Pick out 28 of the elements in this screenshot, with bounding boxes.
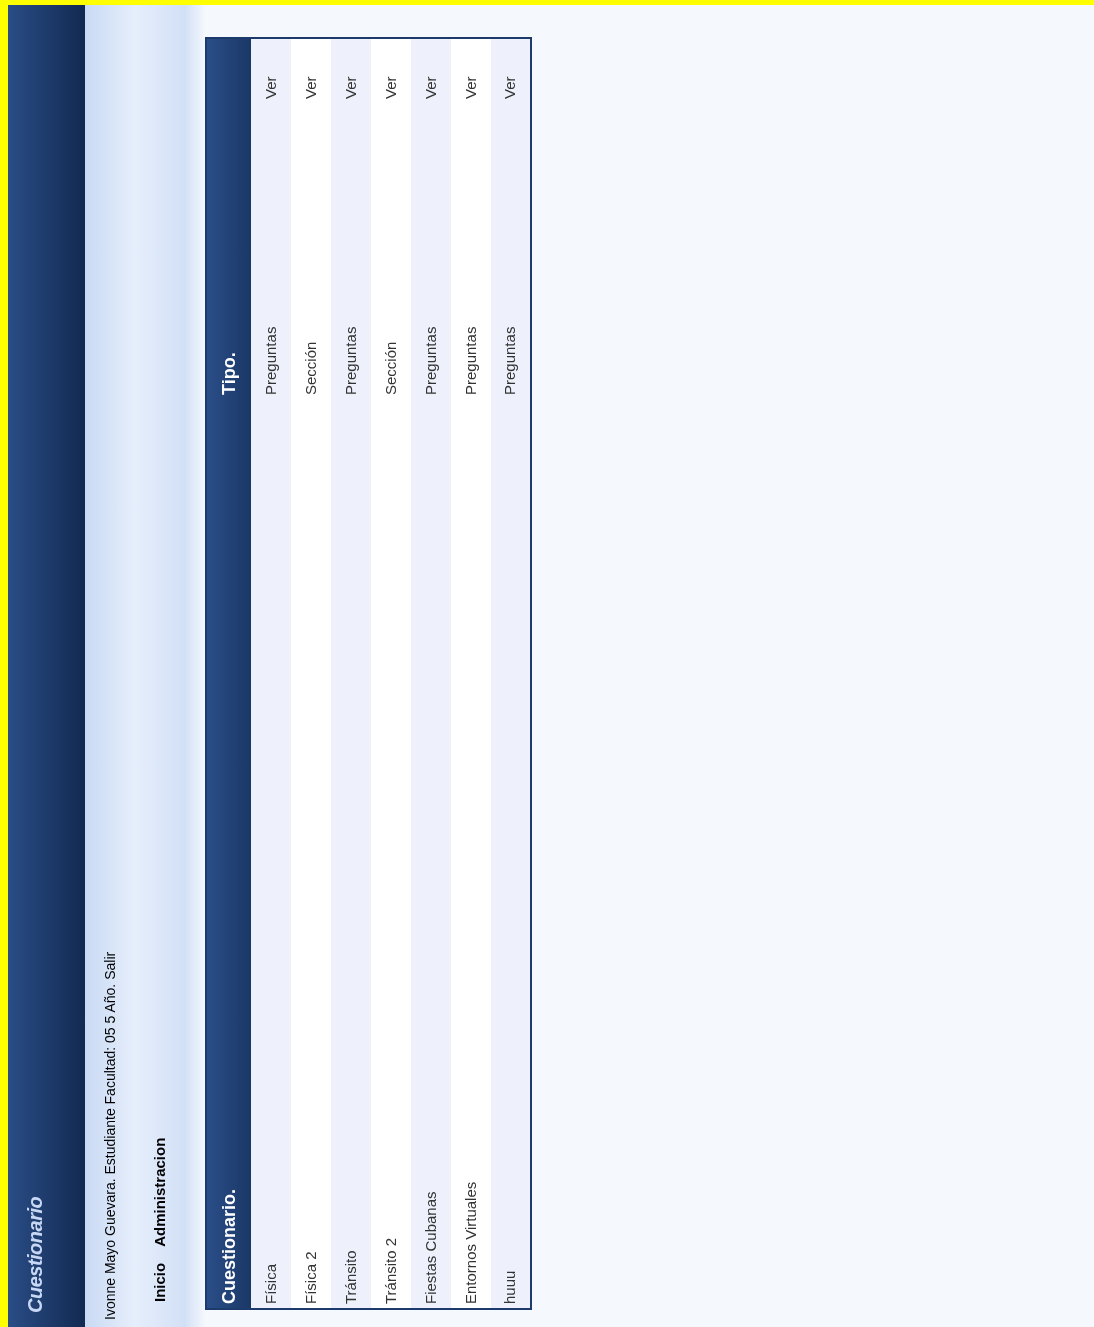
table-cell: Preguntas bbox=[461, 326, 479, 395]
column-header: Cuestionario. bbox=[206, 399, 251, 1309]
table-cell: Preguntas bbox=[501, 326, 519, 395]
logout-link[interactable]: Salir bbox=[99, 951, 121, 980]
view-link[interactable]: Ver bbox=[501, 76, 519, 99]
table-cell: Entornos Virtuales bbox=[461, 1181, 479, 1304]
table-cell: huuu bbox=[501, 1270, 519, 1304]
table-cell: Fiestas Cubanas bbox=[421, 1191, 439, 1304]
view-link[interactable]: Ver bbox=[421, 76, 439, 99]
column-header: Tipo. bbox=[206, 103, 251, 399]
table-cell: Preguntas bbox=[341, 326, 359, 395]
table-cell: Física 2 bbox=[301, 1251, 319, 1304]
table-cell: Preguntas bbox=[261, 326, 279, 395]
view-link[interactable]: Ver bbox=[261, 76, 279, 99]
table-cell: Preguntas bbox=[421, 326, 439, 395]
menu-link[interactable]: Administracion bbox=[148, 1137, 172, 1247]
view-link[interactable]: Ver bbox=[381, 76, 399, 99]
table-cell: Física bbox=[261, 1264, 279, 1304]
view-link[interactable]: Ver bbox=[461, 76, 479, 99]
table-cell: Tránsito 2 bbox=[381, 1237, 399, 1304]
view-link[interactable]: Ver bbox=[341, 76, 359, 99]
user-info: Ivonne Mayo Guevara. Estudiante Facultad: 05 5 Año. bbox=[100, 983, 119, 1320]
view-link[interactable]: Ver bbox=[301, 76, 319, 99]
table-cell: Sección bbox=[301, 341, 319, 395]
table-cell: Sección bbox=[381, 341, 399, 395]
menu-link[interactable]: Inicio bbox=[148, 1262, 172, 1302]
table-cell: Tránsito bbox=[341, 1250, 359, 1304]
page-title: Cuestionario bbox=[23, 1196, 47, 1313]
